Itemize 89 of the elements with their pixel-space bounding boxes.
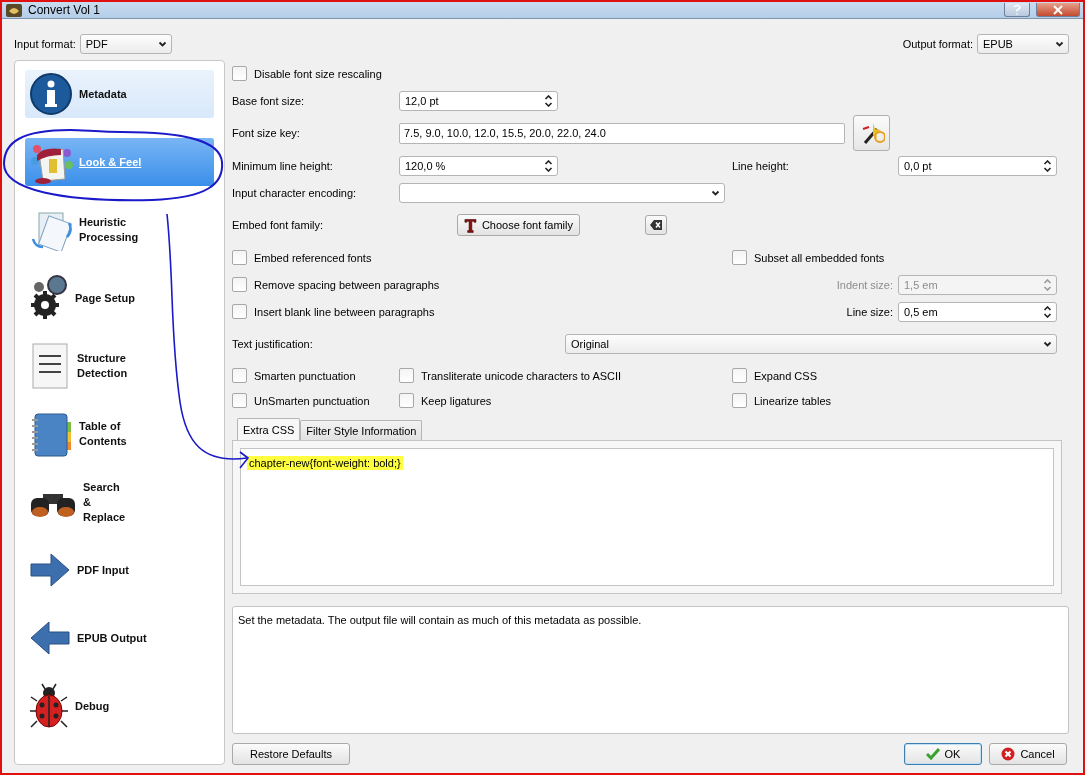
checkbox[interactable] bbox=[232, 277, 247, 292]
checkbox-label: Linearize tables bbox=[754, 394, 832, 407]
cancel-icon bbox=[1001, 747, 1016, 761]
choose-font-button[interactable]: Choose font family bbox=[457, 214, 580, 236]
css-code-text: chapter-new{font-weight: bold;} bbox=[247, 456, 403, 470]
spinner-arrows-icon bbox=[1043, 159, 1052, 172]
checkbox[interactable] bbox=[732, 250, 747, 265]
field-label: Line size: bbox=[846, 305, 893, 318]
chevron-down-icon bbox=[157, 40, 167, 48]
spinner-arrows-icon bbox=[544, 94, 553, 107]
checkbox-label: Insert blank line between paragraphs bbox=[254, 305, 435, 318]
close-icon bbox=[1053, 4, 1063, 15]
document-icon bbox=[29, 342, 71, 390]
field-label: Input character encoding: bbox=[232, 186, 357, 199]
spin-box[interactable]: 120,0 % bbox=[399, 155, 558, 176]
css-editor[interactable]: chapter-new{font-weight: bold;} bbox=[240, 448, 1054, 586]
checkbox[interactable] bbox=[232, 368, 247, 383]
help-button[interactable] bbox=[1004, 3, 1030, 17]
text-field[interactable]: 7.5, 9.0, 10.0, 12.0, 15.5, 20.0, 22.0, 24.0 bbox=[399, 122, 845, 144]
help-icon bbox=[1012, 4, 1022, 15]
sidebar-item[interactable]: Heuristic Processing bbox=[25, 196, 214, 264]
field-label: Minimum line height: bbox=[232, 159, 333, 172]
info-icon bbox=[29, 72, 73, 116]
field-label: Text justification: bbox=[232, 338, 313, 350]
checkbox-label: Keep ligatures bbox=[421, 394, 492, 407]
sidebar-item[interactable]: Page Setup bbox=[25, 264, 214, 332]
sidebar-item[interactable]: Metadata bbox=[25, 70, 214, 118]
cancel-button[interactable]: Cancel bbox=[989, 743, 1067, 765]
left-arrow-icon bbox=[29, 618, 71, 658]
checkbox-label: Embed referenced fonts bbox=[254, 251, 372, 264]
input-format-label: Input format: bbox=[14, 38, 76, 50]
checkbox-label: Remove spacing between paragraphs bbox=[254, 278, 440, 291]
sidebar-item[interactable]: Search & Replace bbox=[25, 468, 214, 536]
wizard-button[interactable] bbox=[853, 115, 890, 151]
tab[interactable]: Filter Style Information bbox=[300, 420, 423, 440]
spin-box[interactable]: 0,0 pt bbox=[898, 155, 1057, 176]
ok-button[interactable]: OK bbox=[904, 743, 982, 765]
backspace-icon bbox=[649, 219, 663, 231]
app-icon bbox=[6, 3, 22, 17]
sidebar-item[interactable]: Table of Contents bbox=[25, 400, 214, 468]
checkbox-label: Subset all embedded fonts bbox=[754, 251, 885, 264]
spin-box[interactable]: 12,0 pt bbox=[399, 90, 558, 111]
clear-button[interactable] bbox=[645, 215, 667, 235]
encoding-dropdown[interactable] bbox=[399, 182, 725, 203]
window-title: Convert Vol 1 bbox=[28, 3, 101, 17]
sidebar-item[interactable]: Debug bbox=[25, 672, 214, 740]
checkbox-label: Expand CSS bbox=[754, 369, 817, 382]
rotate-pages-icon bbox=[29, 209, 73, 251]
checkbox-label: Transliterate unicode characters to ASCII bbox=[421, 369, 622, 382]
sidebar-item[interactable]: PDF Input bbox=[25, 536, 214, 604]
description-text: Set the metadata. The output file will contain as much of this metadata as possible. bbox=[238, 614, 642, 626]
spinner-arrows-icon bbox=[544, 159, 553, 172]
checkbox[interactable] bbox=[732, 368, 747, 383]
field-label: Indent size: bbox=[836, 278, 893, 291]
field-label: Font size key: bbox=[232, 127, 300, 139]
checkbox[interactable] bbox=[232, 66, 247, 81]
field-label: Base font size: bbox=[232, 94, 305, 107]
output-format-label: Output format: bbox=[902, 38, 973, 50]
chevron-down-icon bbox=[711, 188, 720, 197]
chevron-down-icon bbox=[1043, 340, 1052, 348]
checkbox[interactable] bbox=[232, 250, 247, 265]
input-format-dropdown[interactable]: PDF bbox=[79, 34, 172, 54]
chevron-down-icon bbox=[1055, 40, 1064, 48]
checkbox-label: Disable font size rescaling bbox=[254, 67, 382, 80]
checkbox-label: UnSmarten punctuation bbox=[254, 394, 370, 407]
restore-defaults-button[interactable]: Restore Defaults bbox=[232, 743, 350, 765]
spin-box[interactable]: 0,5 em bbox=[898, 301, 1057, 322]
sidebar-item[interactable]: EPUB Output bbox=[25, 604, 214, 672]
field-label: Embed font family: bbox=[232, 219, 324, 231]
checkbox-label: Smarten punctuation bbox=[254, 369, 356, 382]
justification-dropdown[interactable]: Original bbox=[565, 334, 1057, 354]
checkbox[interactable] bbox=[399, 393, 414, 408]
checkbox[interactable] bbox=[399, 368, 414, 383]
gears-icon bbox=[29, 275, 69, 321]
spinner-arrows-icon bbox=[1043, 305, 1052, 318]
tab[interactable]: Extra CSS bbox=[237, 418, 301, 440]
checkbox[interactable] bbox=[232, 393, 247, 408]
notebook-icon bbox=[29, 410, 73, 458]
field-label: Line height: bbox=[732, 159, 789, 172]
spinner-arrows-icon bbox=[1043, 278, 1052, 291]
checkbox[interactable] bbox=[732, 393, 747, 408]
font-t-icon bbox=[464, 216, 477, 234]
output-format-dropdown[interactable]: EPUB bbox=[977, 34, 1069, 54]
ladybug-icon bbox=[29, 683, 69, 729]
checkbox[interactable] bbox=[232, 304, 247, 319]
sidebar-item[interactable]: Structure Detection bbox=[25, 332, 214, 400]
checkmark-icon bbox=[925, 748, 940, 760]
close-button[interactable] bbox=[1036, 3, 1080, 17]
right-arrow-icon bbox=[29, 550, 71, 590]
